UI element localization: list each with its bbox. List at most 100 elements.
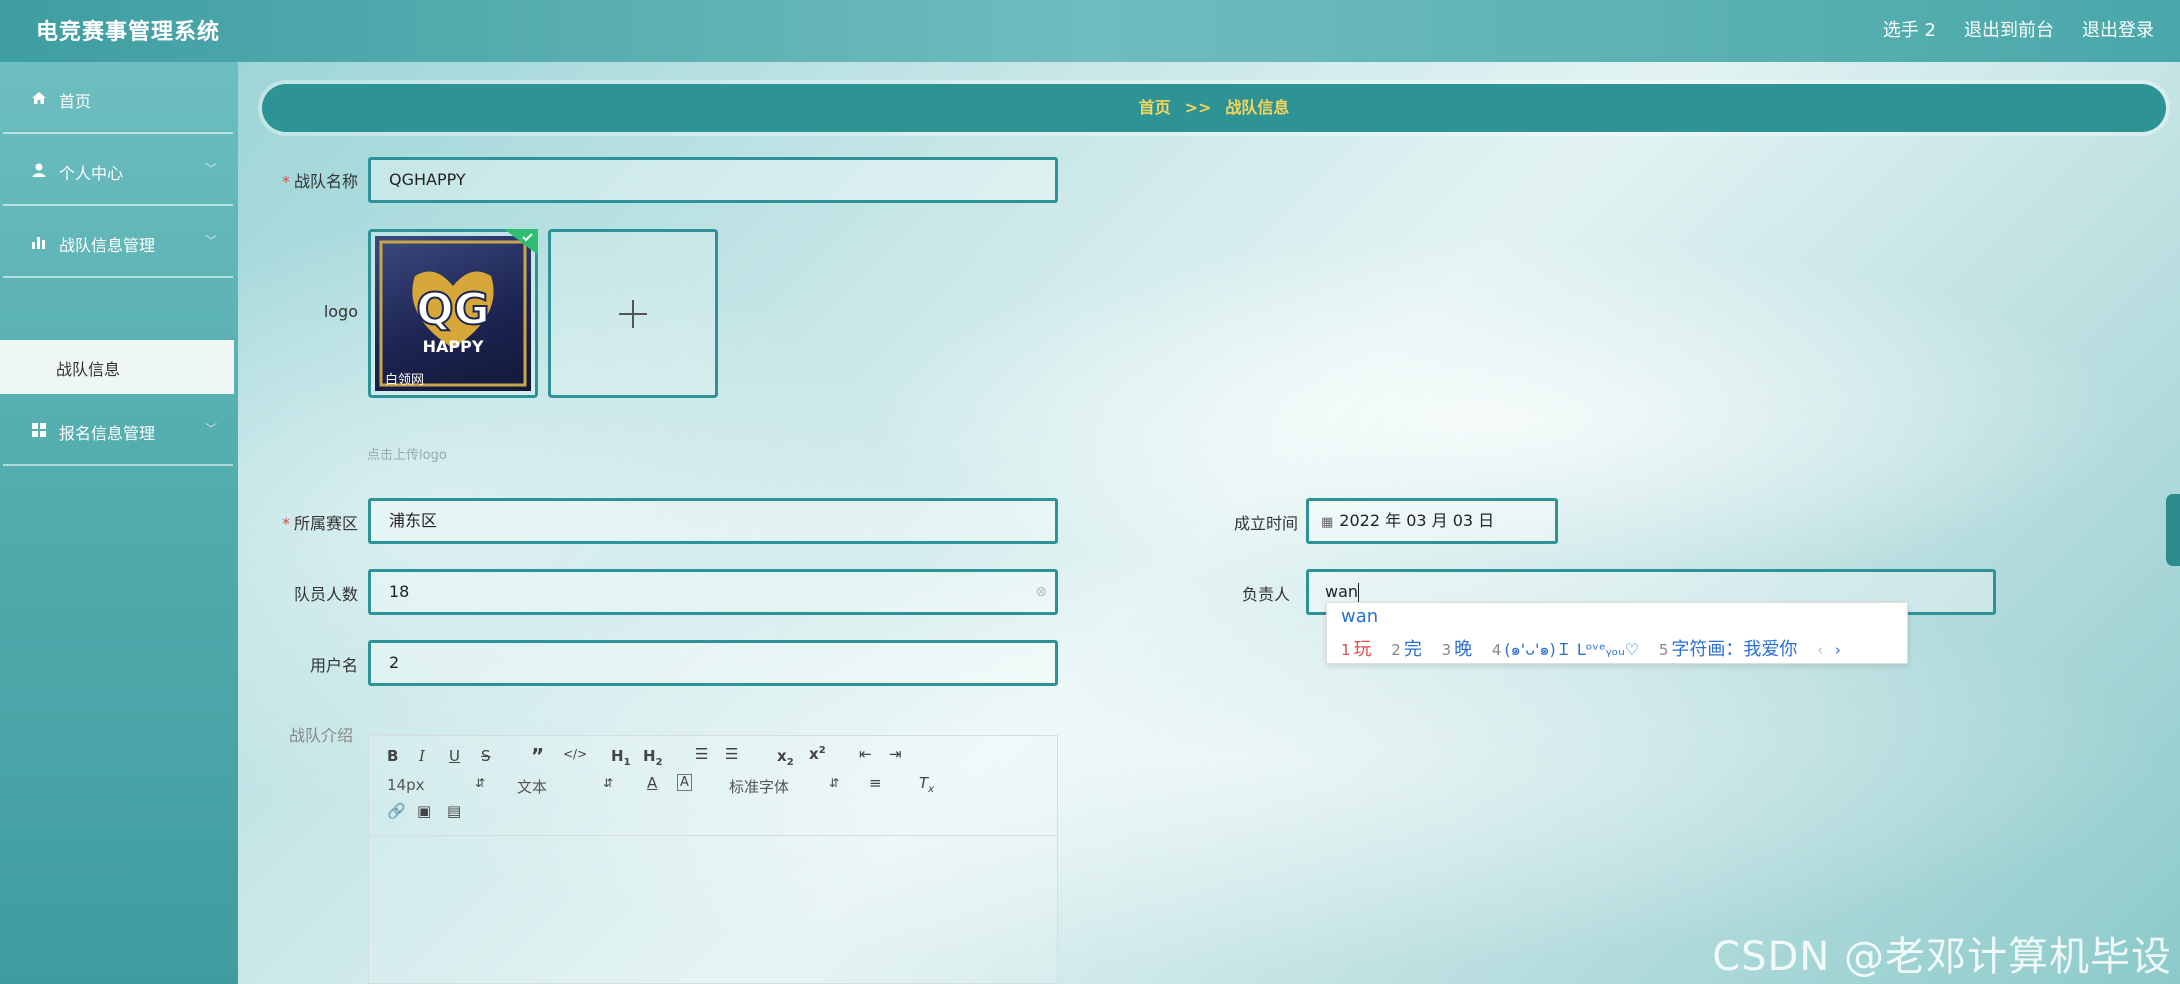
calendar-icon: ▦: [1321, 515, 1334, 530]
app-title: 电竞赛事管理系统: [36, 20, 221, 45]
ime-next-icon[interactable]: ›: [1835, 641, 1841, 659]
region-label-text: 所属赛区: [293, 514, 358, 533]
breadcrumb-home[interactable]: 首页: [1139, 98, 1171, 117]
paragraph-dropdown-icon: ⇵: [603, 776, 614, 790]
sidebar-item-profile[interactable]: 个人中心 ﹀: [3, 136, 233, 206]
username-field[interactable]: 2: [368, 640, 1058, 686]
sidebar-subitem-team-info[interactable]: 战队信息: [0, 340, 234, 394]
chevron-down-icon: ﹀: [204, 422, 217, 436]
indent-button[interactable]: ⇥: [889, 745, 902, 763]
bar-chart-icon: [32, 237, 45, 249]
sidebar-item-home[interactable]: 首页: [3, 64, 233, 134]
clear-format-button[interactable]: Tx: [919, 774, 934, 795]
user-icon: [32, 163, 46, 177]
strikethrough-button[interactable]: S: [481, 747, 491, 765]
leader-label: 负责人: [1241, 585, 1290, 604]
region-field[interactable]: 浦东区: [368, 498, 1058, 544]
team-name-label: * 战队名称: [238, 168, 358, 192]
found-date-label: 成立时间: [1233, 514, 1298, 533]
logo-upload-button[interactable]: [548, 229, 718, 398]
page-scrollbar[interactable]: [2166, 494, 2180, 566]
members-field[interactable]: 18 ⊗: [368, 569, 1058, 615]
sidebar-item-label: 个人中心: [59, 164, 124, 183]
outdent-button[interactable]: ⇤: [859, 745, 872, 763]
top-links: 选手 2 退出到前台 退出登录: [1883, 16, 2154, 42]
ime-candidate[interactable]: 1玩: [1341, 639, 1372, 660]
watermark: CSDN @老邓计算机毕设: [1712, 934, 2172, 980]
text-caret: [1358, 582, 1360, 603]
team-name-field[interactable]: QGHAPPY: [368, 157, 1058, 203]
members-label: 队员人数: [293, 585, 358, 604]
username-label: 用户名: [309, 656, 358, 675]
paragraph-select[interactable]: 文本: [517, 776, 547, 797]
font-family-dropdown-icon: ⇵: [829, 776, 840, 790]
background-color-button[interactable]: A: [677, 774, 692, 791]
found-date-picker[interactable]: ▦ 2022 年 03 月 03 日: [1306, 498, 1558, 544]
ime-candidate[interactable]: 2完: [1391, 639, 1422, 660]
italic-button[interactable]: I: [419, 747, 425, 765]
logo-upload-hint: 点击上传logo: [367, 448, 447, 463]
team-logo-graphic: QG HAPPY 白领网: [379, 240, 527, 388]
font-color-button[interactable]: A: [647, 774, 657, 792]
logo-main-text: QG: [416, 284, 490, 335]
logo-sub-text: HAPPY: [423, 337, 484, 356]
team-logo-image: QG HAPPY 白领网: [375, 236, 531, 391]
home-icon: [32, 92, 46, 104]
font-family-select[interactable]: 标准字体: [729, 776, 789, 797]
image-icon[interactable]: ▣: [417, 802, 431, 820]
chevron-down-icon: ﹀: [204, 234, 217, 248]
sidebar: 首页 个人中心 ﹀ 战队信息管理 ﹀ 战队信息 报名信息管理 ﹀: [0, 62, 238, 984]
editor-toolbar: B I U S ” </> H1 H2 ☰ ☰ x2 x2 ⇤ ⇥ 14px ⇵…: [369, 736, 1057, 836]
breadcrumb-current: 战队信息: [1225, 98, 1290, 117]
heading1-button[interactable]: H1: [611, 747, 631, 768]
bullet-list-button[interactable]: ☰: [725, 745, 738, 763]
bold-button[interactable]: B: [387, 747, 398, 765]
ime-prev-icon[interactable]: ‹: [1817, 641, 1823, 659]
sidebar-item-label: 首页: [59, 92, 92, 111]
rich-text-editor[interactable]: B I U S ” </> H1 H2 ☰ ☰ x2 x2 ⇤ ⇥ 14px ⇵…: [368, 735, 1058, 984]
ime-candidate[interactable]: 5 字符画：我爱你: [1659, 639, 1798, 660]
underline-button[interactable]: U: [449, 747, 460, 765]
align-button[interactable]: ≡: [869, 774, 882, 792]
ime-composition: wan: [1341, 606, 1379, 627]
top-bar: 电竞赛事管理系统 选手 2 退出到前台 退出登录: [0, 0, 2180, 62]
ime-candidate-window: wan 1玩 2完 3晚 4 (๑'ᴗ'๑)Ｉ Lᵒᵛᵉᵧₒᵤ♡ 5 字符画：我爱你…: [1326, 602, 1908, 664]
grid-icon: [32, 423, 46, 437]
logout-link[interactable]: 退出登录: [2082, 16, 2154, 42]
clear-icon[interactable]: ⊗: [1035, 572, 1047, 612]
sidebar-item-registration-management[interactable]: 报名信息管理 ﹀: [3, 396, 233, 466]
blockquote-button[interactable]: ”: [531, 744, 544, 768]
current-user-link[interactable]: 选手 2: [1883, 16, 1936, 42]
chevron-down-icon: ﹀: [204, 162, 217, 176]
back-to-front-link[interactable]: 退出到前台: [1964, 16, 2054, 42]
intro-label: 战队介绍: [288, 726, 353, 745]
subscript-button[interactable]: x2: [777, 747, 794, 768]
team-name-label-text: 战队名称: [293, 172, 358, 191]
heading2-button[interactable]: H2: [643, 747, 663, 768]
ordered-list-button[interactable]: ☰: [695, 745, 708, 763]
breadcrumb-separator: >>: [1184, 98, 1212, 117]
sidebar-item-team-management[interactable]: 战队信息管理 ﹀: [3, 208, 233, 278]
ime-candidate-list: 1玩 2完 3晚 4 (๑'ᴗ'๑)Ｉ Lᵒᵛᵉᵧₒᵤ♡ 5 字符画：我爱你 ‹ ›: [1341, 635, 1841, 663]
logo-label: logo: [323, 302, 358, 321]
sidebar-item-label: 战队信息管理: [59, 236, 156, 255]
font-size-dropdown-icon: ⇵: [475, 776, 486, 790]
ime-candidate[interactable]: 3晚: [1442, 639, 1473, 660]
plus-icon: [619, 300, 647, 328]
members-value: 18: [389, 582, 410, 601]
link-icon[interactable]: 🔗: [387, 802, 406, 820]
region-label: * 所属赛区: [238, 510, 358, 534]
found-date-value: 2022 年 03 月 03 日: [1339, 511, 1495, 530]
breadcrumb: 首页 >> 战队信息: [262, 84, 2166, 132]
required-mark: *: [281, 514, 290, 533]
sidebar-item-label: 报名信息管理: [59, 424, 156, 443]
logo-preview[interactable]: QG HAPPY 白领网: [368, 229, 538, 398]
font-size-select[interactable]: 14px: [387, 776, 425, 794]
code-block-button[interactable]: </>: [563, 747, 587, 761]
superscript-button[interactable]: x2: [809, 745, 826, 763]
video-icon[interactable]: ▤: [447, 802, 461, 820]
ime-candidate[interactable]: 4 (๑'ᴗ'๑)Ｉ Lᵒᵛᵉᵧₒᵤ♡: [1492, 639, 1639, 660]
logo-watermark-text: 白领网: [385, 372, 424, 388]
required-mark: *: [281, 172, 290, 191]
sidebar-subitem-label: 战队信息: [56, 360, 121, 379]
